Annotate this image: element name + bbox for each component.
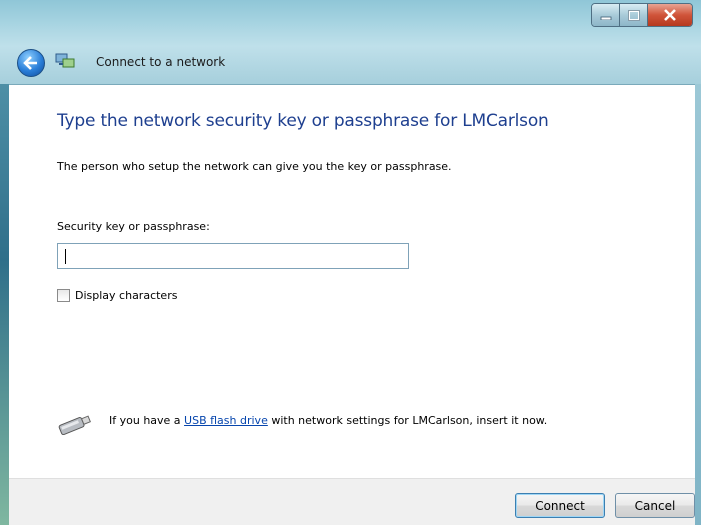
- usb-drive-icon: [58, 415, 91, 435]
- close-icon: [664, 9, 676, 21]
- minimize-icon: [600, 16, 611, 20]
- usb-flash-drive-link[interactable]: USB flash drive: [184, 414, 268, 427]
- description-text: The person who setup the network can giv…: [57, 160, 452, 173]
- security-key-label: Security key or passphrase:: [57, 220, 210, 233]
- maximize-icon: [627, 9, 640, 21]
- text-caret: [65, 249, 66, 264]
- display-characters-label: Display characters: [75, 289, 178, 302]
- nav-title: Connect to a network: [96, 55, 226, 69]
- connect-button[interactable]: Connect: [515, 493, 605, 518]
- security-key-input[interactable]: [57, 243, 409, 269]
- close-button[interactable]: [648, 4, 692, 26]
- usb-hint-suffix: with network settings for LMCarlson, ins…: [267, 414, 548, 427]
- usb-hint: If you have a USB flash drive with netwo…: [109, 414, 547, 427]
- connect-network-window: Connect to a network Type the network se…: [0, 0, 701, 525]
- network-icon: [55, 53, 75, 68]
- window-right-border: [695, 84, 701, 525]
- back-button[interactable]: [17, 49, 45, 77]
- usb-hint-prefix: If you have a: [109, 414, 185, 427]
- display-characters-row[interactable]: Display characters: [57, 289, 177, 302]
- display-characters-checkbox[interactable]: [57, 289, 70, 302]
- caption-buttons: [591, 3, 693, 27]
- title-bar: Connect to a network: [0, 0, 701, 85]
- button-footer: Connect Cancel: [9, 478, 695, 525]
- cancel-button[interactable]: Cancel: [615, 493, 695, 518]
- page-heading: Type the network security key or passphr…: [57, 111, 549, 131]
- maximize-button[interactable]: [620, 4, 648, 26]
- window-left-border: [0, 84, 9, 525]
- minimize-button[interactable]: [592, 4, 620, 26]
- back-arrow-icon: [23, 56, 37, 70]
